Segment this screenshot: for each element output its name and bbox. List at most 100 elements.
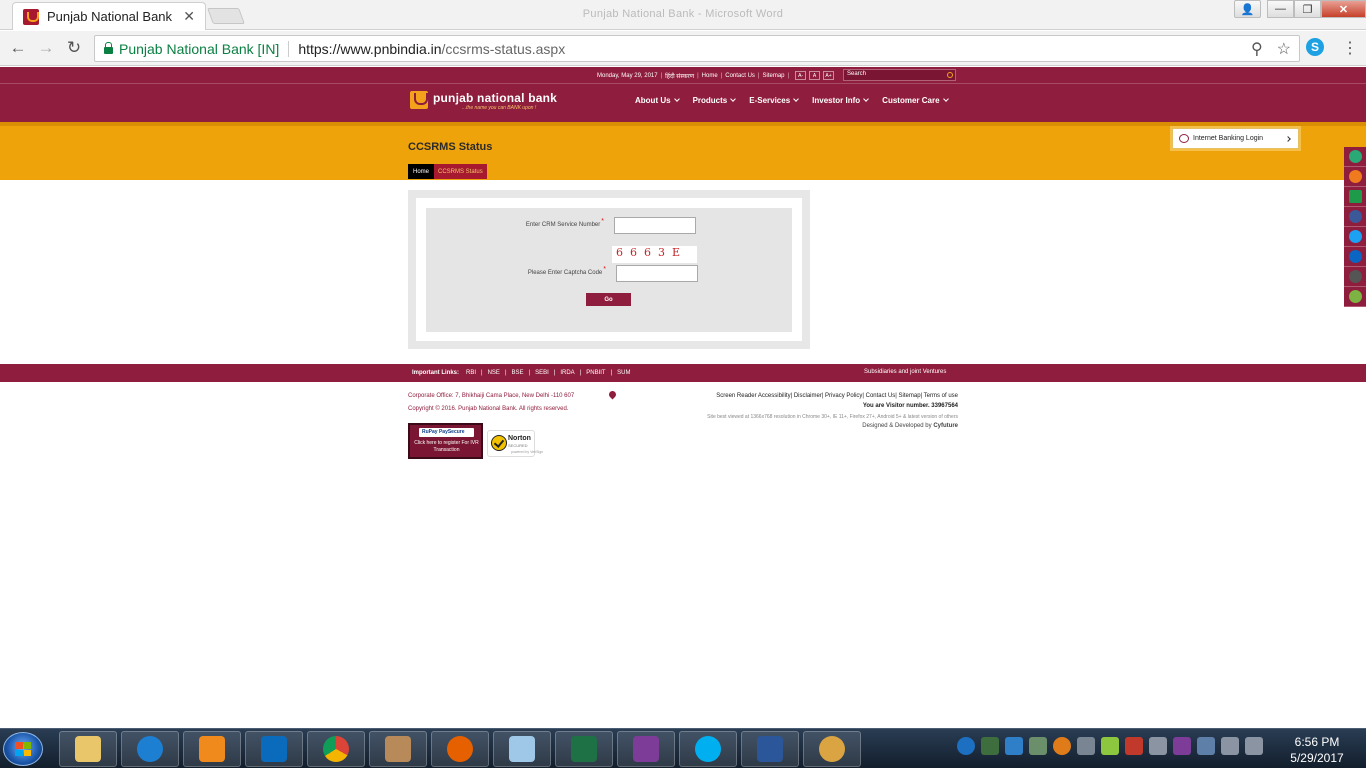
social-item[interactable] [1344,147,1366,167]
forward-icon[interactable]: → [35,37,57,59]
social-item[interactable] [1344,267,1366,287]
social-item[interactable] [1344,187,1366,207]
secure-site-name: Punjab National Bank [IN] [119,40,280,57]
top-home-link[interactable]: Home [702,73,718,79]
social-item[interactable] [1344,227,1366,247]
norton-secured-badge[interactable]: Norton SECURED powered by VeriSign [487,430,543,457]
logo-tagline: ...the name you can BANK upon ! [462,105,537,111]
word-icon [757,736,783,762]
battery-icon[interactable] [1221,737,1239,755]
download-icon [1348,190,1362,203]
star-icon [1348,170,1362,183]
taskbar-excel[interactable] [555,731,613,767]
network-globe-icon[interactable] [981,737,999,755]
maximize-button[interactable]: ❐ [1294,0,1321,18]
chevron-down-icon [673,96,680,102]
minimize-button[interactable]: — [1267,0,1294,18]
onenote-tray-icon[interactable] [1173,737,1191,755]
action-center-flag-icon[interactable] [1149,737,1167,755]
internet-banking-login-button[interactable]: Internet Banking Login [1172,128,1299,149]
bookmark-star-icon[interactable]: ☆ [1277,39,1291,59]
social-item[interactable] [1344,207,1366,227]
taskbar-paint[interactable] [803,731,861,767]
skype-extension-icon[interactable]: S [1306,38,1324,56]
search-icon[interactable] [947,72,953,78]
link-sebi[interactable]: SEBI [535,370,549,376]
social-item[interactable] [1344,247,1366,267]
taskbar-skype[interactable] [679,731,737,767]
chrome-menu-icon[interactable]: ⋮ [1342,38,1358,58]
menu-e-services[interactable]: E-Services [749,96,799,105]
font-decrease-button[interactable]: A- [795,71,807,80]
page-banner [0,122,1366,180]
map-pin-icon[interactable] [607,389,618,400]
link-nse[interactable]: NSE [488,370,500,376]
logo-name[interactable]: punjab national bank [433,91,557,105]
font-normal-button[interactable]: A [809,71,821,80]
start-button[interactable] [3,732,43,766]
taskbar-word[interactable] [741,731,799,767]
top-contact-link[interactable]: Contact Us [725,73,755,79]
safely-remove-icon[interactable] [1029,737,1047,755]
link-rbi[interactable]: RBI [466,370,476,376]
system-tray [957,737,1263,755]
taskbar-app[interactable] [369,731,427,767]
pnb-logo-icon[interactable] [410,91,428,109]
firefox-icon [447,736,473,762]
link-pnbiit[interactable]: PNBIIT [586,370,605,376]
social-item[interactable] [1344,167,1366,187]
window-title: Punjab National Bank - Microsoft Word [582,8,784,20]
antivirus-icon[interactable] [1053,737,1071,755]
taskbar-notepad[interactable] [493,731,551,767]
rupay-logo: RuPay PaySecure [419,428,474,437]
font-increase-button[interactable]: A+ [823,71,835,80]
green-app-icon[interactable] [1101,737,1119,755]
link-sum[interactable]: SUM [617,370,630,376]
taskbar-hp[interactable] [245,731,303,767]
menu-products[interactable]: Products [693,96,737,105]
acrobat-icon[interactable] [1125,737,1143,755]
taskbar-media-player[interactable] [183,731,241,767]
taskbar-firefox[interactable] [431,731,489,767]
menu-customer-care[interactable]: Customer Care [882,96,949,105]
help-icon[interactable] [957,737,975,755]
rupay-ivr-banner[interactable]: RuPay PaySecure Click here to register F… [408,423,483,459]
link-bse[interactable]: BSE [512,370,524,376]
volume-icon[interactable] [1245,737,1263,755]
chevron-right-icon [1285,135,1291,142]
taskbar-clock[interactable]: 6:56 PM 5/29/2017 [1282,734,1352,766]
taskbar-explorer[interactable] [59,731,117,767]
address-bar[interactable]: Punjab National Bank [IN] https://www.pn… [94,35,1300,62]
crm-number-label: Enter CRM Service Number* [525,218,604,228]
user-icon[interactable]: 👤 [1234,0,1261,18]
signal-bars-icon[interactable] [1077,737,1095,755]
go-button[interactable]: Go [586,293,631,306]
captcha-input[interactable] [616,265,698,282]
social-item[interactable] [1344,287,1366,307]
link-irda[interactable]: IRDA [560,370,574,376]
hindi-version-link[interactable]: हिंदी संस्करण [665,72,694,80]
excel-icon [571,736,597,762]
app-tray-icon[interactable] [1197,737,1215,755]
taskbar-chrome[interactable] [307,731,365,767]
close-window-button[interactable]: ✕ [1321,0,1366,18]
reload-icon[interactable]: ↻ [63,37,85,59]
zoom-icon[interactable]: ⚲ [1251,39,1263,59]
footer-policy-links[interactable]: Screen Reader Accessibility| Disclaimer|… [716,393,958,399]
subsidiaries-link[interactable]: Subsidiaries and joint Ventures [864,369,946,375]
developer-link[interactable]: Cyfuture [933,423,958,429]
back-icon[interactable]: ← [7,37,29,59]
breadcrumb-home[interactable]: Home [408,164,435,179]
menu-about-us[interactable]: About Us [635,96,680,105]
skype-icon [695,736,721,762]
top-sitemap-link[interactable]: Sitemap [762,73,784,79]
laptop-icon [385,736,411,762]
site-search-input[interactable]: Search [843,69,956,81]
crm-number-input[interactable] [614,217,696,234]
browser-tabstrip: Punjab National Bank ✕ Punjab National B… [0,0,1366,30]
taskbar-onenote[interactable] [617,731,675,767]
corporate-address: Corporate Office: 7, Bhikhaiji Cama Plac… [408,393,575,399]
snowflake-icon[interactable] [1005,737,1023,755]
menu-investor-info[interactable]: Investor Info [812,96,870,105]
taskbar-ie[interactable] [121,731,179,767]
